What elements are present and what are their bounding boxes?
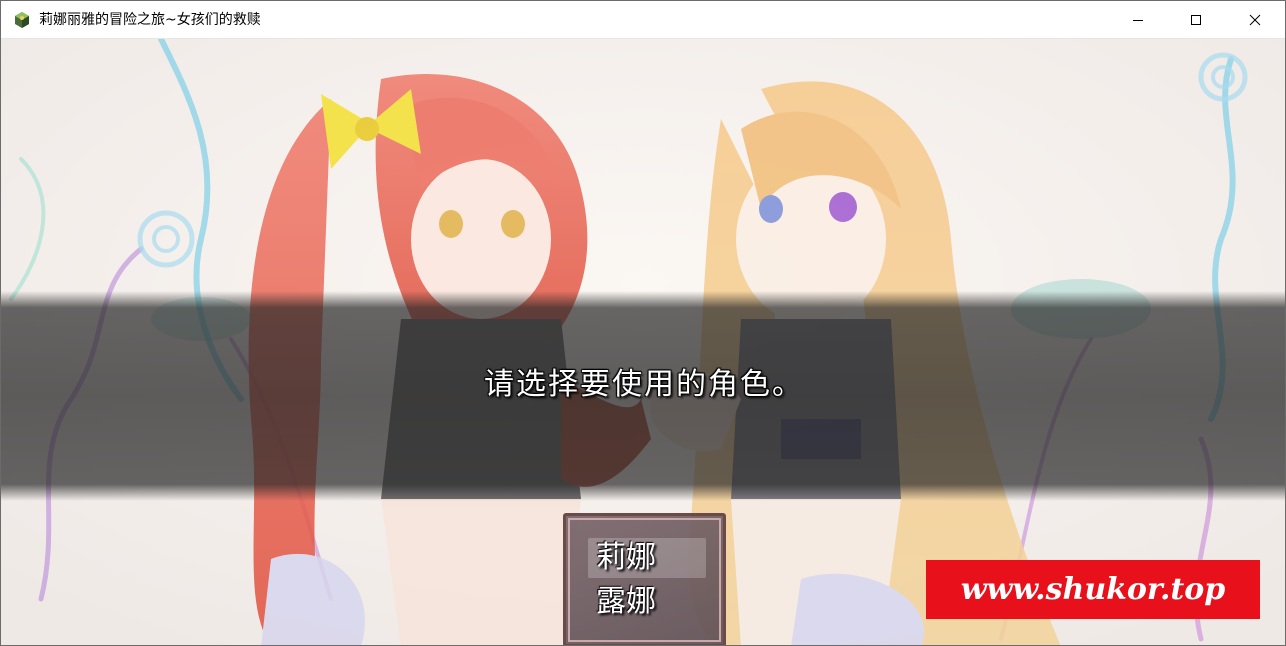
watermark-banner: www.shukor.top — [926, 560, 1260, 619]
game-scene[interactable]: 请选择要使用的角色。 莉娜 露娜 www.shukor.top — [1, 39, 1285, 645]
game-window: 莉娜丽雅的冒险之旅~女孩们的救赎 请选择要使用的角色。 莉娜 露娜 www.sh… — [0, 0, 1286, 646]
minimize-icon — [1133, 20, 1143, 21]
maximize-button[interactable] — [1167, 1, 1225, 39]
title-bar[interactable]: 莉娜丽雅的冒险之旅~女孩们的救赎 — [1, 1, 1285, 39]
choice-item-luna[interactable]: 露娜 — [588, 582, 706, 622]
window-title: 莉娜丽雅的冒险之旅~女孩们的救赎 — [39, 12, 261, 28]
app-icon — [15, 12, 29, 28]
close-button[interactable] — [1226, 1, 1284, 39]
choice-window: 莉娜 露娜 — [563, 513, 726, 645]
maximize-icon — [1191, 15, 1201, 25]
close-icon — [1249, 14, 1261, 26]
minimize-button[interactable] — [1109, 1, 1167, 39]
choice-item-lina[interactable]: 莉娜 — [588, 538, 706, 578]
message-text: 请选择要使用的角色。 — [484, 367, 804, 402]
